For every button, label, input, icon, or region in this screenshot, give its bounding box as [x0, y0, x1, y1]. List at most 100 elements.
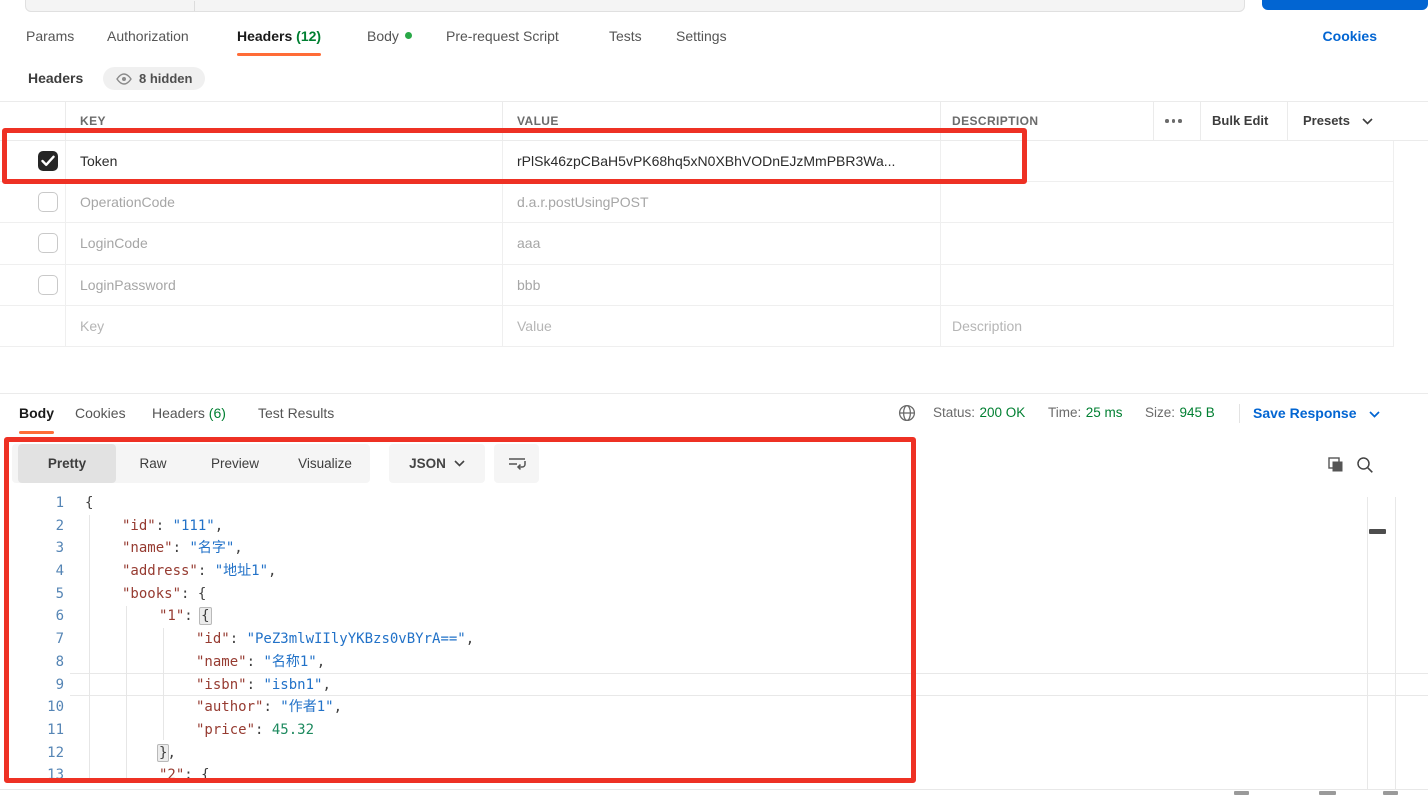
cell-divider [940, 223, 941, 264]
row-value[interactable]: bbb [517, 265, 540, 306]
table-row[interactable]: OperationCode d.a.r.postUsingPOST [0, 182, 1428, 223]
line-number[interactable]: 8 [0, 651, 64, 674]
line-number[interactable]: 1 [0, 492, 64, 515]
method-url-divider [194, 1, 195, 11]
view-option-preview[interactable]: Preview [190, 444, 280, 483]
row-key[interactable]: LoginCode [80, 223, 148, 264]
line-content: { [85, 492, 93, 515]
row-key[interactable]: Token [80, 141, 117, 182]
wrap-lines-button[interactable] [494, 444, 539, 483]
cell-divider [65, 141, 66, 182]
cell-divider [1393, 141, 1394, 182]
cell-divider [940, 141, 941, 182]
response-view-switcher: PrettyRawPreviewVisualize [12, 444, 370, 483]
line-content: "author": "作者1", [196, 696, 342, 719]
footer-icon[interactable] [1383, 791, 1398, 795]
line-content: "name": "名字", [122, 537, 243, 560]
more-options-icon[interactable] [1165, 101, 1182, 141]
code-line: 3 "name": "名字", [0, 537, 1428, 560]
line-number[interactable]: 2 [0, 515, 64, 538]
cell-divider [940, 265, 941, 306]
row-value[interactable]: d.a.r.postUsingPOST [517, 182, 649, 223]
table-row[interactable]: Token rPlSk46zpCBaH5vPK68hq5xN0XBhVODnEJz… [0, 141, 1428, 182]
column-divider [1153, 101, 1154, 141]
table-row[interactable]: Key Value Description [0, 306, 1428, 347]
row-key[interactable]: Key [80, 306, 104, 347]
tab-count: (12) [292, 28, 321, 44]
save-response-button[interactable]: Save Response [1253, 401, 1380, 425]
cell-divider [65, 182, 66, 223]
tab-label: Params [26, 28, 74, 44]
response-body-json[interactable]: 1{2"id": "111",3"name": "名字",4"address":… [0, 492, 1428, 787]
line-number[interactable]: 9 [0, 674, 64, 697]
cell-divider [1393, 306, 1394, 347]
line-content: "isbn": "isbn1", [196, 674, 331, 697]
line-content: "2": { [159, 764, 210, 787]
row-description[interactable]: Description [952, 306, 1022, 347]
presets-dropdown[interactable]: Presets [1303, 101, 1373, 141]
response-tab-body[interactable]: Body [19, 395, 54, 432]
footer-icon[interactable] [1234, 791, 1249, 795]
tab-label: Headers [237, 28, 292, 44]
line-number[interactable]: 7 [0, 628, 64, 651]
hidden-headers-badge[interactable]: 8 hidden [103, 67, 205, 90]
tab-headers[interactable]: Headers (12) [237, 20, 321, 53]
tab-tests[interactable]: Tests [609, 20, 642, 53]
cookies-link[interactable]: Cookies [1323, 20, 1377, 53]
line-number[interactable]: 4 [0, 560, 64, 583]
eye-icon [116, 73, 132, 85]
row-checkbox[interactable] [38, 233, 58, 253]
row-key[interactable]: OperationCode [80, 182, 175, 223]
row-value[interactable]: Value [517, 306, 552, 347]
code-line: 9 "isbn": "isbn1", [0, 674, 1428, 697]
tab-pre-request-script[interactable]: Pre-request Script [446, 20, 559, 53]
column-header-key: KEY [80, 101, 106, 141]
code-line: 11"price": 45.32 [0, 719, 1428, 742]
line-content: "books": { [122, 583, 206, 606]
unsaved-dot-icon [405, 32, 412, 39]
tab-body[interactable]: Body [367, 20, 412, 53]
cell-divider [65, 306, 66, 347]
line-number[interactable]: 10 [0, 696, 64, 719]
network-globe-icon[interactable] [898, 404, 916, 427]
cell-divider [502, 306, 503, 347]
cell-divider [65, 265, 66, 306]
tab-params[interactable]: Params [26, 20, 74, 53]
line-content: "id": "PeZ3mlwIIlyYKBzs0vBYrA==", [196, 628, 474, 651]
response-tab-test-results[interactable]: Test Results [258, 395, 334, 432]
view-option-raw[interactable]: Raw [116, 444, 190, 483]
column-divider [1200, 101, 1201, 141]
line-number[interactable]: 12 [0, 742, 64, 765]
headers-section-label: Headers [28, 66, 83, 90]
line-number[interactable]: 13 [0, 764, 64, 787]
row-value[interactable]: rPlSk46zpCBaH5vPK68hq5xN0XBhVODnEJzMmPBR… [517, 141, 895, 182]
column-divider [502, 101, 503, 141]
tab-settings[interactable]: Settings [676, 20, 727, 53]
footer-icon[interactable] [1319, 791, 1336, 795]
response-tab-cookies[interactable]: Cookies [75, 395, 126, 432]
copy-icon[interactable] [1326, 455, 1345, 479]
response-tab-headers[interactable]: Headers (6) [152, 395, 226, 432]
tab-authorization[interactable]: Authorization [107, 20, 189, 53]
table-row[interactable]: LoginPassword bbb [0, 265, 1428, 306]
send-button[interactable] [1262, 0, 1428, 10]
row-checkbox[interactable] [38, 275, 58, 295]
table-row[interactable]: LoginCode aaa [0, 223, 1428, 264]
search-icon[interactable] [1356, 456, 1374, 479]
line-number[interactable]: 6 [0, 605, 64, 628]
view-option-visualize[interactable]: Visualize [280, 444, 370, 483]
row-key[interactable]: LoginPassword [80, 265, 176, 306]
scrollbar-handle[interactable] [1369, 529, 1386, 534]
row-checkbox[interactable] [38, 192, 58, 212]
line-number[interactable]: 5 [0, 583, 64, 606]
language-dropdown[interactable]: JSON [389, 444, 485, 483]
bulk-edit-button[interactable]: Bulk Edit [1212, 101, 1268, 141]
cell-divider [502, 141, 503, 182]
line-number[interactable]: 11 [0, 719, 64, 742]
line-number[interactable]: 3 [0, 537, 64, 560]
view-option-pretty[interactable]: Pretty [18, 444, 116, 483]
column-divider [1287, 101, 1288, 141]
url-input[interactable] [25, 0, 1245, 12]
row-checkbox[interactable] [38, 151, 58, 171]
row-value[interactable]: aaa [517, 223, 540, 264]
